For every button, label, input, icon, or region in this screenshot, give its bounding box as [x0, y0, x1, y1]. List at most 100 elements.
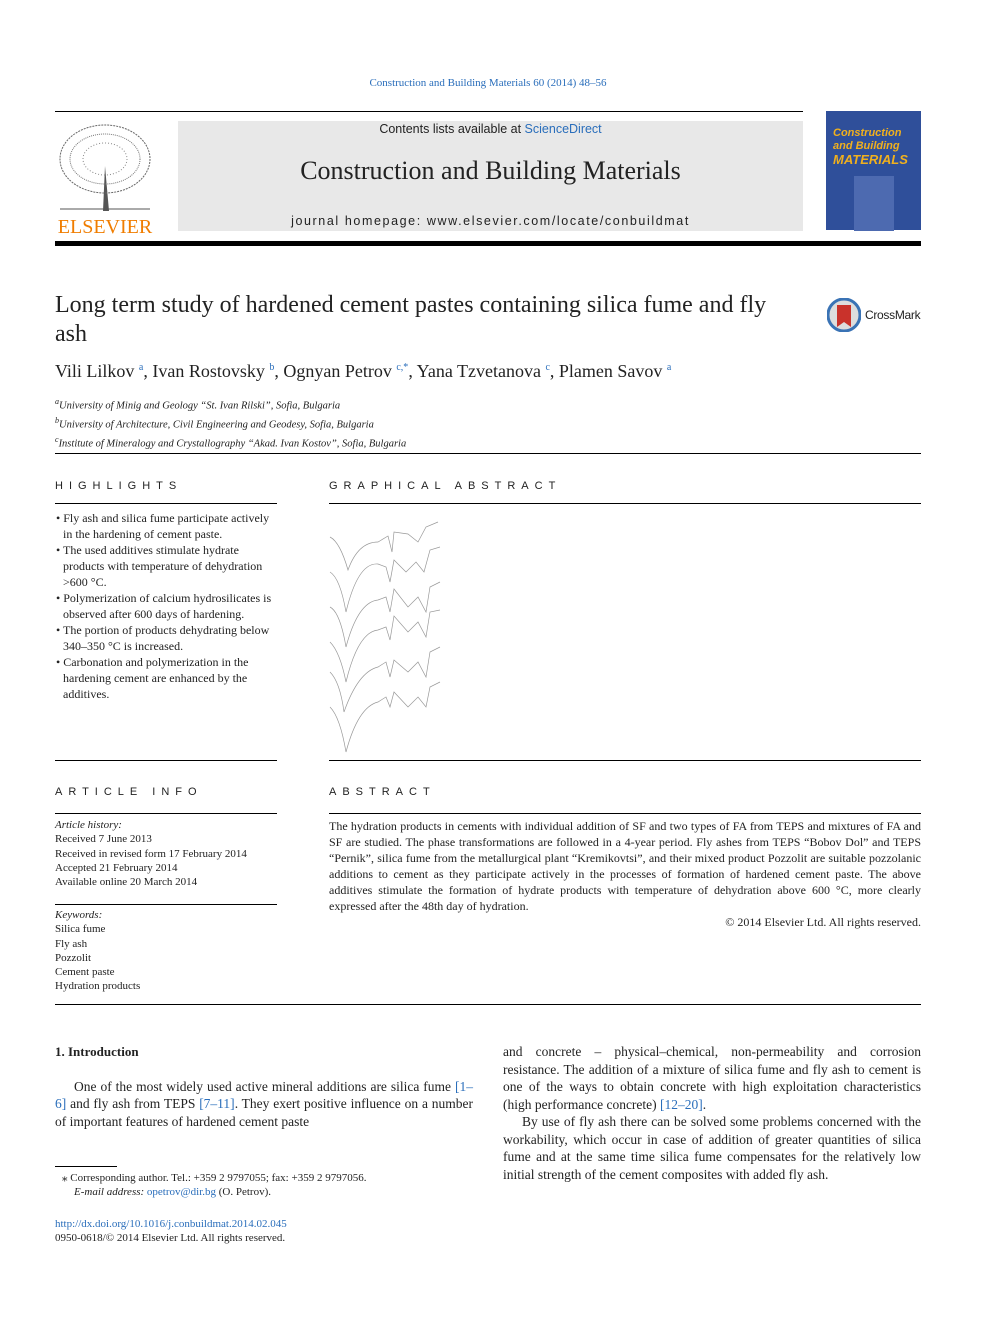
highlight-item: • Carbonation and polymerization in the …	[56, 655, 249, 701]
keyword: Fly ash	[55, 937, 88, 950]
crossmark-label: CrossMark	[865, 308, 921, 322]
keyword: Silica fume	[55, 923, 106, 936]
history-label: Article history:	[55, 819, 122, 831]
elsevier-wordmark: ELSEVIER	[57, 216, 153, 238]
author-name[interactable]: Plamen Savov	[559, 361, 663, 381]
footnote-marker: ⁎	[62, 1172, 68, 1184]
journal-reference-link[interactable]: Construction and Building Materials 60 (…	[0, 77, 976, 89]
footnote-text: Corresponding author. Tel.: +359 2 97970…	[70, 1172, 367, 1184]
author[interactable]: Vili Lilkov a	[55, 361, 143, 381]
author[interactable]: Plamen Savov a	[559, 361, 671, 381]
paragraph: One of the most widely used active miner…	[55, 1078, 473, 1129]
highlight-item: • Polymerization of calcium hydrosilicat…	[56, 591, 272, 621]
graphical-abstract-figure	[329, 521, 441, 753]
graphical-abstract-heading: GRAPHICAL ABSTRACT	[329, 480, 562, 492]
affiliation: bUniversity of Architecture, Civil Engin…	[55, 414, 406, 433]
doi-block: http://dx.doi.org/10.1016/j.conbuildmat.…	[55, 1217, 287, 1246]
divider	[55, 1004, 921, 1005]
author-name[interactable]: Ivan Rostovsky	[152, 361, 265, 381]
abstract-heading: ABSTRACT	[329, 786, 436, 798]
divider	[55, 813, 277, 814]
email-link[interactable]: opetrov@dir.bg	[147, 1186, 216, 1198]
affiliation-marker[interactable]: a	[667, 362, 671, 373]
divider	[55, 760, 277, 761]
elsevier-tree-icon	[55, 121, 155, 213]
highlight-item: • Fly ash and silica fume participate ac…	[56, 511, 270, 541]
history-item: Received 7 June 2013	[55, 833, 152, 846]
history-item: Received in revised form 17 February 201…	[55, 847, 247, 860]
affiliation: cInstitute of Mineralogy and Crystallogr…	[55, 433, 406, 452]
affiliation-marker[interactable]: c	[545, 362, 549, 373]
thermogram-curve	[329, 546, 441, 613]
citation-link[interactable]: [7–11]	[199, 1096, 235, 1111]
thick-divider	[55, 241, 921, 246]
cover-image	[853, 176, 894, 231]
author[interactable]: Ognyan Petrov c,*	[283, 361, 408, 381]
author-name[interactable]: Yana Tzvetanova	[417, 361, 541, 381]
affiliations: aUniversity of Minig and Geology “St. Iv…	[55, 395, 406, 452]
cover-title-line: MATERIALS	[833, 152, 908, 167]
abstract-text: The hydration products in cements with i…	[329, 819, 921, 913]
crossmark-button[interactable]: CrossMark	[827, 298, 921, 332]
thermogram-curve	[329, 521, 439, 572]
highlights-heading: HIGHLIGHTS	[55, 480, 183, 492]
highlight-item: • The used additives stimulate hydrate p…	[56, 543, 263, 589]
divider	[329, 760, 921, 761]
email-suffix: (O. Petrov).	[216, 1186, 272, 1199]
divider	[55, 503, 277, 504]
left-column: 1. Introduction One of the most widely u…	[55, 1043, 473, 1130]
author[interactable]: Ivan Rostovsky b	[152, 361, 274, 381]
affiliation-text: University of Minig and Geology “St. Iva…	[59, 400, 341, 412]
right-column: and concrete – physical–chemical, non-pe…	[503, 1043, 921, 1183]
article-history: Article history: Received 7 June 2013 Re…	[55, 818, 277, 889]
affiliation-text: Institute of Mineralogy and Crystallogra…	[58, 438, 407, 450]
author-list: Vili Lilkov a, Ivan Rostovsky b, Ognyan …	[55, 361, 672, 381]
section-heading: 1. Introduction	[55, 1044, 139, 1059]
divider	[329, 813, 921, 814]
author[interactable]: Yana Tzvetanova c	[417, 361, 550, 381]
highlight-item: • The portion of products dehydrating be…	[56, 623, 270, 653]
affiliation-marker[interactable]: b	[269, 362, 274, 373]
thermogram-curve	[329, 581, 441, 648]
affiliation: aUniversity of Minig and Geology “St. Iv…	[55, 395, 406, 414]
journal-homepage[interactable]: journal homepage: www.elsevier.com/locat…	[178, 214, 803, 228]
affiliation-marker[interactable]: c,*	[396, 362, 408, 373]
paragraph: By use of fly ash there can be solved so…	[503, 1114, 921, 1182]
highlights-list: • Fly ash and silica fume participate ac…	[55, 510, 277, 702]
citation-link[interactable]: [12–20]	[660, 1097, 703, 1112]
elsevier-logo: ELSEVIER	[55, 121, 155, 238]
email-label: E-mail address:	[74, 1186, 147, 1199]
keyword: Cement paste	[55, 966, 115, 979]
history-item: Available online 20 March 2014	[55, 876, 198, 889]
affiliation-marker[interactable]: a	[139, 362, 143, 373]
issn-copyright: 0950-0618/© 2014 Elsevier Ltd. All right…	[55, 1232, 286, 1245]
thermogram-curve	[329, 681, 441, 753]
author-name[interactable]: Ognyan Petrov	[283, 361, 391, 381]
affiliation-text: University of Architecture, Civil Engine…	[59, 419, 374, 431]
cover-title-line: Construction	[833, 127, 902, 139]
contents-line: Contents lists available at ScienceDirec…	[178, 122, 803, 136]
keyword: Pozzolit	[55, 951, 92, 964]
abstract-copyright: © 2014 Elsevier Ltd. All rights reserved…	[725, 915, 921, 929]
keywords: Keywords: Silica fume Fly ash Pozzolit C…	[55, 908, 277, 994]
divider	[329, 503, 921, 504]
paragraph: and concrete – physical–chemical, non-pe…	[503, 1044, 921, 1112]
page: Construction and Building Materials 60 (…	[0, 0, 992, 1323]
journal-title: Construction and Building Materials	[300, 156, 681, 185]
article-title: Long term study of hardened cement paste…	[55, 292, 767, 347]
contents-text: Contents lists available at	[379, 122, 525, 136]
keyword: Hydration products	[55, 980, 141, 993]
keywords-label: Keywords:	[55, 909, 103, 921]
history-item: Accepted 21 February 2014	[55, 861, 178, 874]
divider	[55, 904, 277, 905]
divider	[55, 111, 803, 112]
journal-cover: Construction and Building MATERIALS	[826, 111, 921, 231]
footnote: ⁎ Corresponding author. Tel.: +359 2 979…	[62, 1171, 482, 1200]
footnote-rule	[55, 1166, 117, 1167]
crossmark-icon	[827, 298, 861, 332]
divider	[55, 453, 921, 454]
author-name[interactable]: Vili Lilkov	[55, 361, 134, 381]
sciencedirect-link[interactable]: ScienceDirect	[525, 122, 602, 136]
abstract: The hydration products in cements with i…	[329, 818, 921, 930]
doi-link[interactable]: http://dx.doi.org/10.1016/j.conbuildmat.…	[55, 1218, 287, 1230]
